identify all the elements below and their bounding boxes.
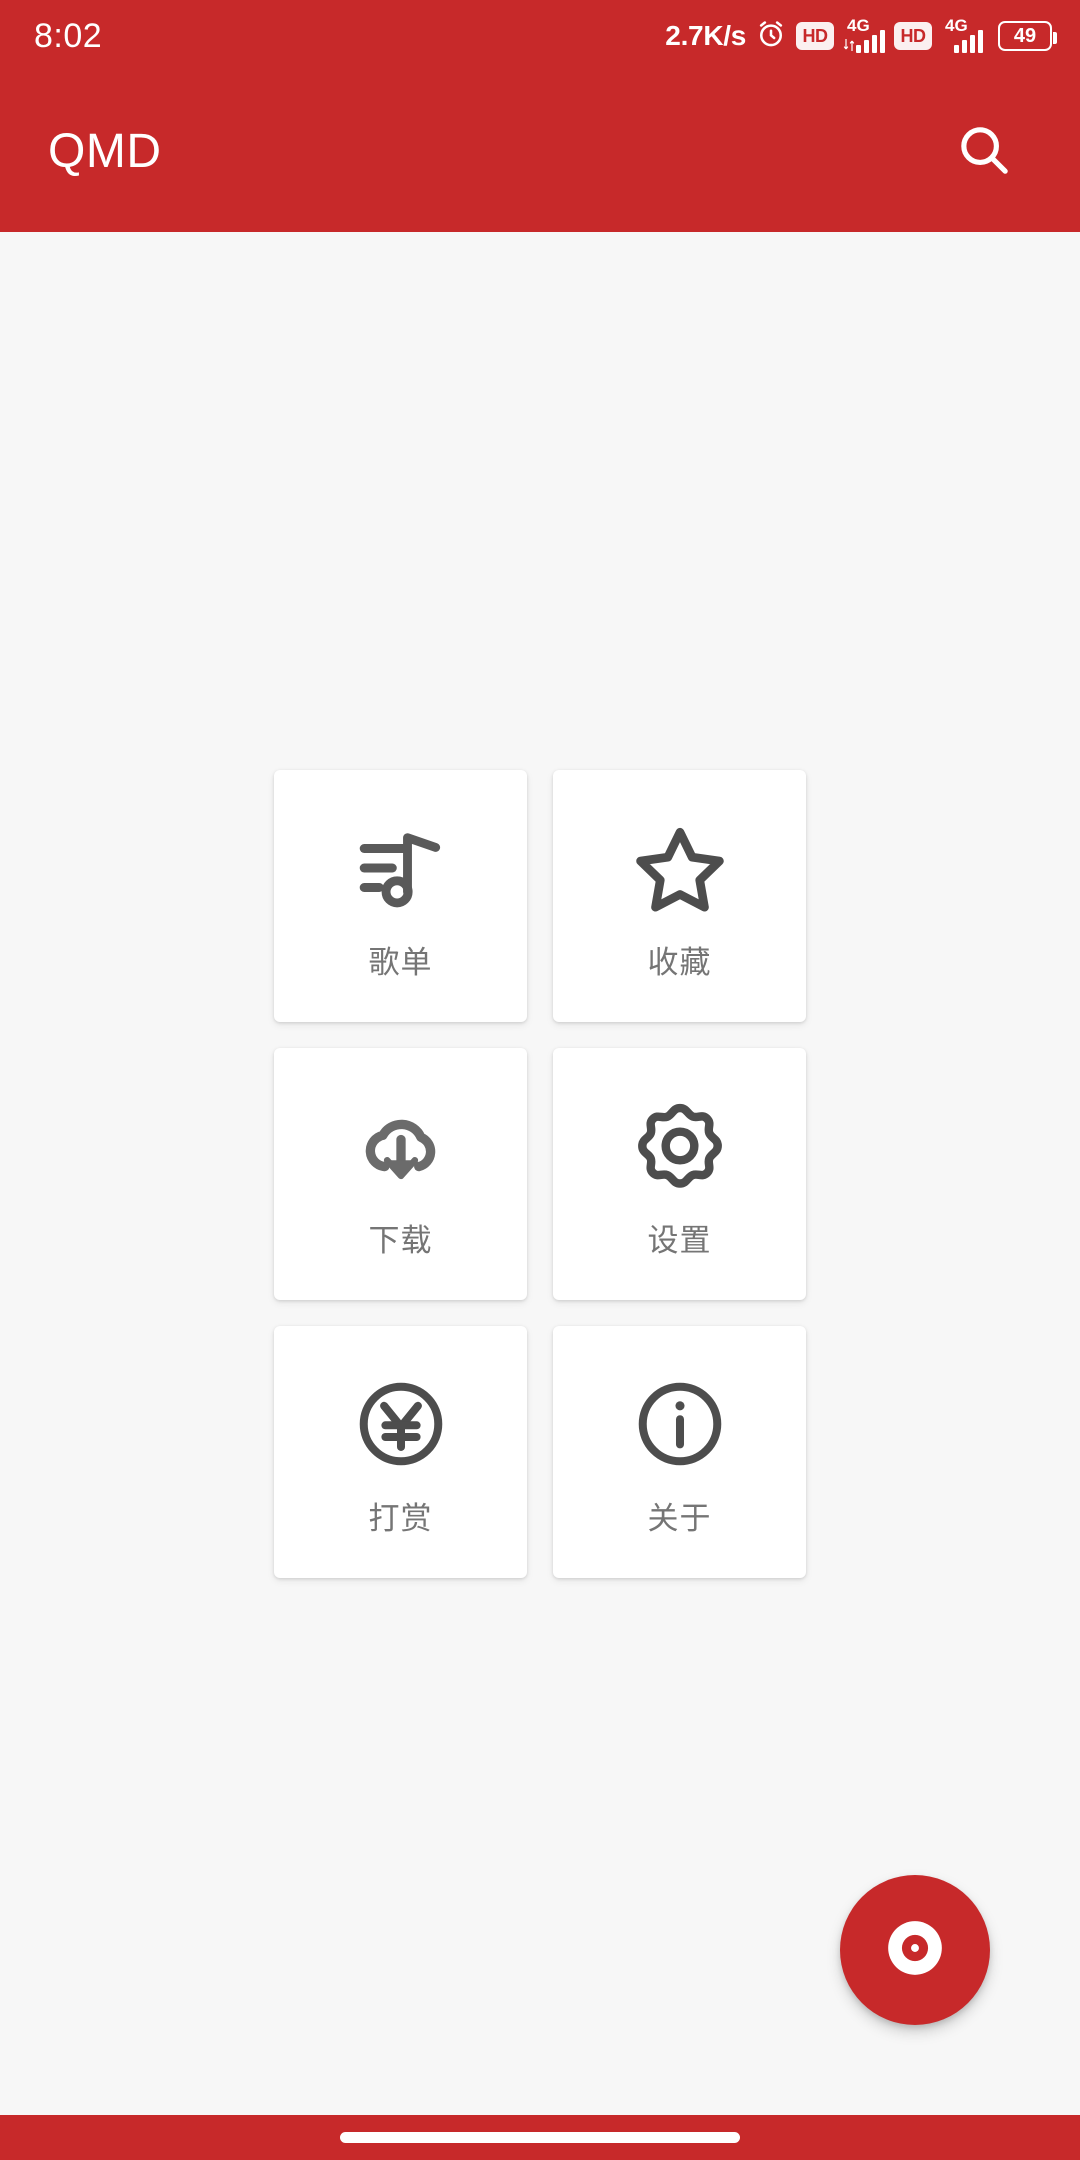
sim1-network-type-label: 4G [847,16,870,35]
grid-item-label: 打赏 [368,1500,433,1537]
grid-item-download[interactable]: 下载 [274,1048,527,1300]
playlist-music-icon [347,814,455,922]
app-bar: QMD [0,72,1080,232]
sim2-network-type-label: 4G [945,16,968,35]
grid-item-playlist[interactable]: 歌单 [274,770,527,1022]
grid-item-favorites[interactable]: 收藏 [553,770,806,1022]
search-icon [953,119,1015,186]
system-navigation-bar [0,2115,1080,2160]
sim2-signal-icon: 4G [941,16,983,53]
feature-grid: 歌单 收藏 下载 设置 打赏 关于 [274,770,806,1578]
grid-item-label: 关于 [647,1500,712,1537]
grid-item-label: 下载 [368,1222,433,1259]
alarm-clock-icon [755,18,787,55]
grid-item-settings[interactable]: 设置 [553,1048,806,1300]
app-screen: 8:02 2.7K/s HD 4G HD 4G 49 QMD 歌单 收藏 下载 … [0,0,1080,2160]
info-circle-icon [626,1370,734,1478]
grid-item-about[interactable]: 关于 [553,1326,806,1578]
status-clock: 8:02 [34,17,103,55]
network-speed-text: 2.7K/s [665,20,746,51]
search-button[interactable] [936,104,1032,200]
grid-item-label: 歌单 [368,944,433,981]
grid-item-label: 收藏 [647,944,712,981]
grid-item-label: 设置 [647,1222,712,1259]
gear-icon [626,1092,734,1200]
battery-icon: 49 [998,21,1057,51]
play-now-fab-button[interactable] [840,1875,990,2025]
yen-circle-icon [347,1370,455,1478]
status-bar: 8:02 2.7K/s HD 4G HD 4G 49 [0,0,1080,72]
sim2-hd-badge: HD [894,22,932,50]
app-title: QMD [48,125,162,178]
home-gesture-bar[interactable] [340,2132,740,2143]
main-content: 歌单 收藏 下载 设置 打赏 关于 [0,232,1080,2115]
star-icon [626,814,734,922]
sim1-signal-icon: 4G [843,16,885,53]
grid-item-donate[interactable]: 打赏 [274,1326,527,1578]
status-icons: 2.7K/s HD 4G HD 4G 49 [665,16,1057,55]
vinyl-record-icon [887,1920,943,1981]
cloud-download-icon [347,1092,455,1200]
sim1-hd-badge: HD [796,22,834,50]
data-transfer-arrows-icon [843,37,855,53]
battery-level-text: 49 [1013,25,1037,47]
